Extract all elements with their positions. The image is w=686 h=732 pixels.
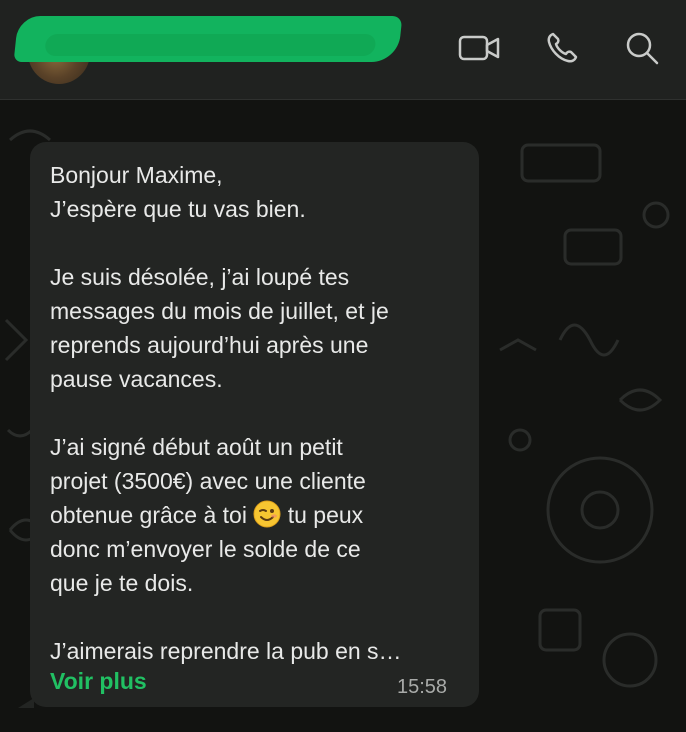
chat-window: Bonjour Maxime, J’espère que tu vas bien… bbox=[0, 0, 686, 732]
line-15: J’aimerais reprendre la pub en s… bbox=[50, 638, 402, 664]
video-camera-icon bbox=[458, 35, 500, 61]
line-2: J’espère que tu vas bien. bbox=[50, 196, 306, 222]
search-icon bbox=[626, 32, 659, 65]
chat-header bbox=[0, 0, 686, 100]
redacted-contact-name[interactable] bbox=[13, 16, 403, 62]
message-text: Bonjour Maxime, J’espère que tu vas bien… bbox=[50, 158, 459, 668]
winking-face-emoji bbox=[253, 500, 281, 528]
line-9: J’ai signé début août un petit bbox=[50, 434, 343, 460]
phone-icon bbox=[547, 32, 578, 63]
read-more-link[interactable]: Voir plus bbox=[50, 668, 147, 695]
line-12: donc m’envoyer le solde de ce bbox=[50, 536, 361, 562]
message-timestamp: 15:58 bbox=[397, 676, 448, 698]
message-bubble[interactable]: Bonjour Maxime, J’espère que tu vas bien… bbox=[30, 142, 479, 707]
line-11-suffix: tu peux bbox=[281, 502, 364, 528]
line-11: obtenue grâce à toi bbox=[50, 502, 247, 528]
line-6: reprends aujourd’hui après une bbox=[50, 332, 369, 358]
line-13: que je te dois. bbox=[50, 570, 194, 596]
line-1: Bonjour Maxime, bbox=[50, 162, 223, 188]
line-7: pause vacances. bbox=[50, 366, 223, 392]
line-5: messages du mois de juillet, et je bbox=[50, 298, 389, 324]
video-call-button[interactable] bbox=[458, 26, 502, 70]
search-button[interactable] bbox=[620, 26, 664, 70]
voice-call-button[interactable] bbox=[540, 26, 584, 70]
line-4: Je suis désolée, j’ai loupé tes bbox=[50, 264, 350, 290]
line-10: projet (3500€) avec une cliente bbox=[50, 468, 366, 494]
